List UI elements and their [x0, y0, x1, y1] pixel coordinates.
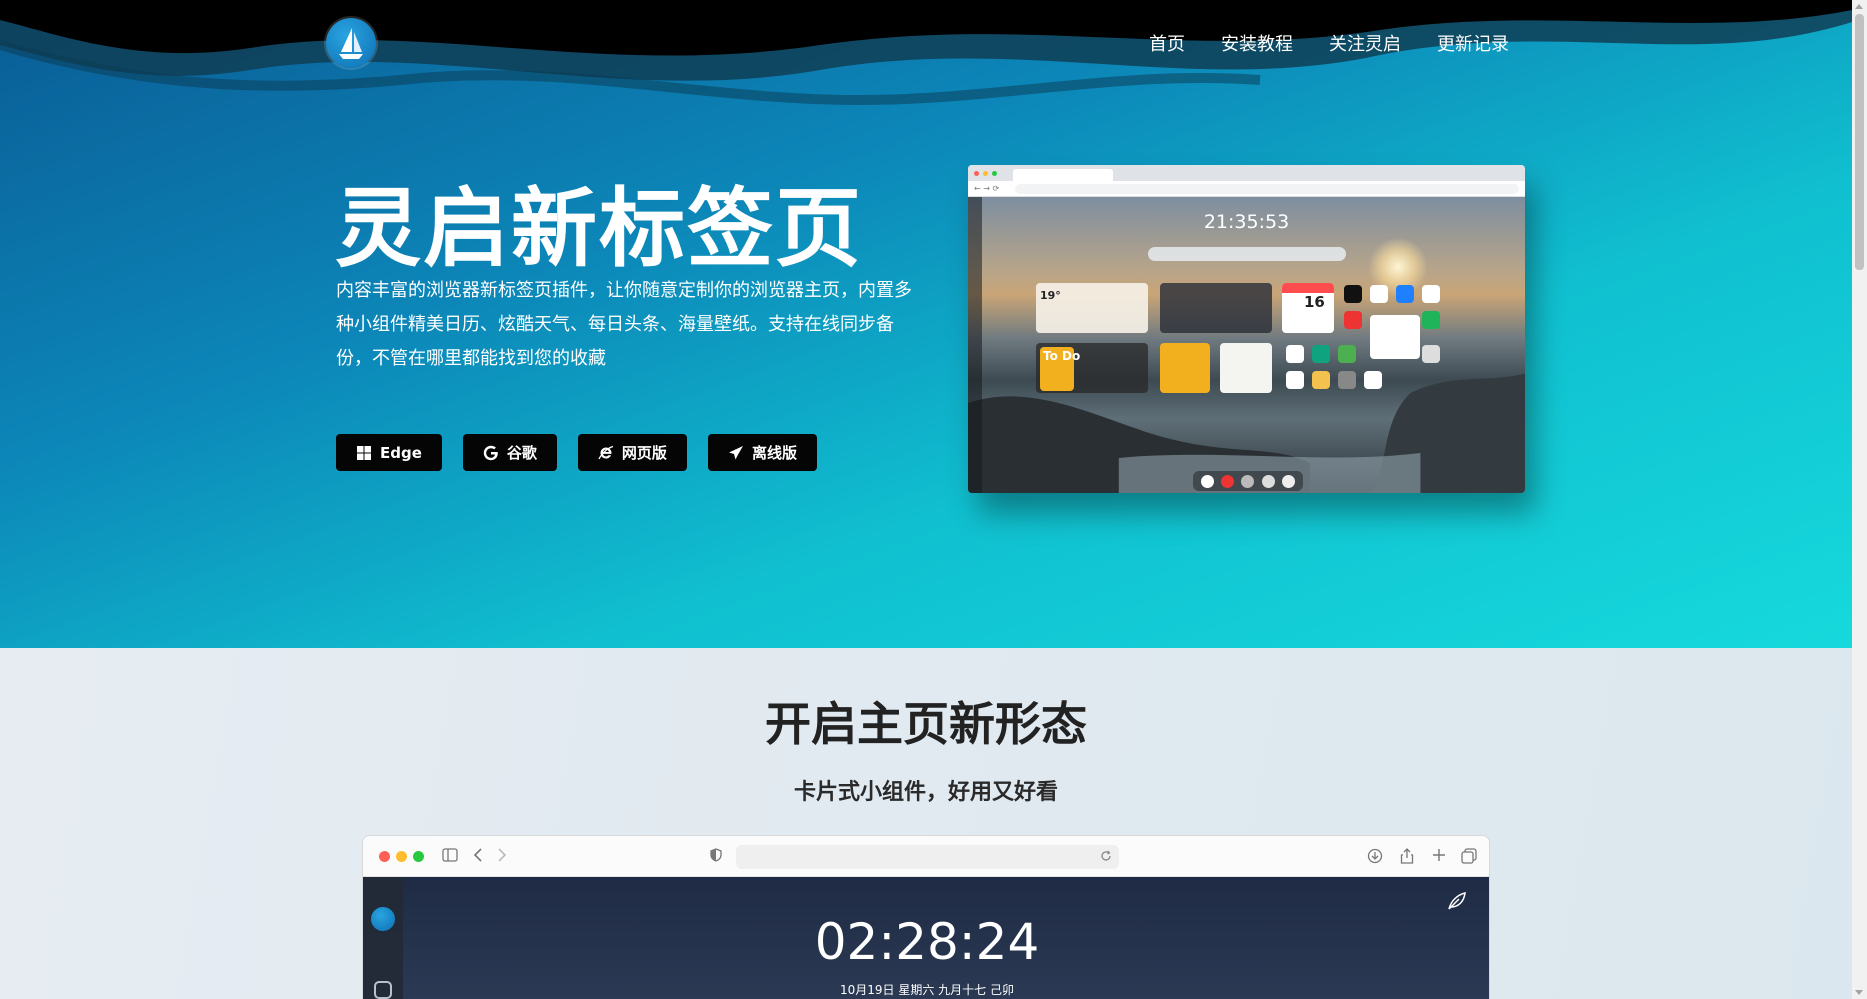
nav-install-guide[interactable]: 安装教程 — [1221, 30, 1293, 56]
share-icon[interactable] — [1398, 848, 1416, 866]
edge-label: Edge — [380, 443, 422, 462]
site-logo[interactable] — [326, 18, 376, 68]
preview-search — [1148, 247, 1346, 261]
hero-browser-preview: ← → ⟳ 21:35:53 19° 16 To Do — [968, 165, 1525, 493]
feature-subtitle: 卡片式小组件，好用又好看 — [793, 780, 1058, 805]
hero-section: 首页 安装教程 关注灵启 更新记录 灵启新标签页 内容丰富的浏览器新标签页插件，… — [0, 0, 1852, 648]
nav-home[interactable]: 首页 — [1149, 30, 1185, 56]
web-version-label: 网页版 — [621, 444, 667, 462]
preview-clock: 21:35:53 — [1203, 211, 1290, 233]
feature-section: 开启主页新形态 卡片式小组件，好用又好看 02:28:24 10月19日 星期六… — [0, 648, 1852, 999]
download-icon[interactable] — [1366, 848, 1384, 866]
demo-browser-window: 02:28:24 10月19日 星期六 九月十七 己卯 — [362, 835, 1490, 999]
nav-follow[interactable]: 关注灵启 — [1329, 30, 1401, 56]
ie-icon — [598, 445, 614, 461]
maximize-dot[interactable] — [413, 851, 424, 862]
top-waves — [0, 0, 1852, 106]
new-tab-icon[interactable] — [1430, 848, 1448, 866]
preview-note-widget — [1160, 343, 1210, 393]
offline-version-button[interactable]: 离线版 — [707, 434, 817, 471]
demo-clock: 02:28:24 — [814, 913, 1040, 971]
preview-todo-label: To Do — [1043, 349, 1081, 363]
forward-icon[interactable] — [493, 848, 511, 866]
preview-quote-widget — [1220, 343, 1272, 393]
offline-version-label: 离线版 — [751, 444, 797, 462]
top-nav: 首页 安装教程 关注灵启 更新记录 — [1149, 30, 1509, 56]
google-icon — [483, 445, 499, 461]
hero-description: 内容丰富的浏览器新标签页插件，让你随意定制你的浏览器主页，内置多种小组件精美日历… — [336, 280, 912, 369]
download-buttons: Edge 谷歌 网页版 离线版 — [336, 434, 817, 471]
preview-tab-bar — [968, 165, 1525, 181]
back-icon[interactable] — [469, 848, 487, 866]
window-controls — [379, 851, 424, 862]
windows-icon — [356, 445, 372, 461]
preview-blank-widget — [1370, 315, 1420, 359]
demo-browser-toolbar — [363, 836, 1489, 877]
address-bar[interactable] — [736, 845, 1119, 869]
close-dot[interactable] — [379, 851, 390, 862]
scrollbar-thumb[interactable] — [1855, 14, 1864, 270]
preview-news-widget — [1160, 283, 1272, 333]
feature-title: 开启主页新形态 — [765, 697, 1087, 751]
leaf-icon[interactable] — [1447, 891, 1467, 911]
edge-download-button[interactable]: Edge — [336, 434, 442, 471]
nav-changelog[interactable]: 更新记录 — [1437, 30, 1509, 56]
chrome-label: 谷歌 — [506, 444, 537, 462]
tab-overview-icon[interactable] — [1460, 848, 1478, 866]
chrome-download-button[interactable]: 谷歌 — [462, 434, 557, 471]
demo-date: 10月19日 星期六 九月十七 己卯 — [840, 983, 1014, 997]
preview-dock — [1193, 471, 1303, 491]
preview-calendar-day: 16 — [1304, 293, 1325, 311]
preview-temperature: 19° — [1040, 289, 1061, 302]
reload-icon[interactable] — [1097, 848, 1115, 866]
demo-newtab-screen: 02:28:24 10月19日 星期六 九月十七 己卯 — [363, 877, 1489, 999]
preview-screen: 21:35:53 19° 16 To Do — [968, 197, 1525, 493]
web-version-button[interactable]: 网页版 — [577, 434, 687, 471]
sailboat-icon — [339, 28, 363, 59]
minimize-dot[interactable] — [396, 851, 407, 862]
scroll-up-arrow[interactable] — [1855, 4, 1863, 9]
sidebar-toggle-icon[interactable] — [441, 848, 459, 866]
preview-url-bar: ← → ⟳ — [968, 181, 1525, 197]
privacy-shield-icon[interactable] — [707, 848, 725, 866]
hero-title: 灵启新标签页 — [335, 179, 863, 279]
page-scrollbar[interactable] — [1852, 0, 1867, 999]
paper-plane-icon — [728, 445, 744, 461]
scroll-down-arrow[interactable] — [1855, 990, 1863, 995]
